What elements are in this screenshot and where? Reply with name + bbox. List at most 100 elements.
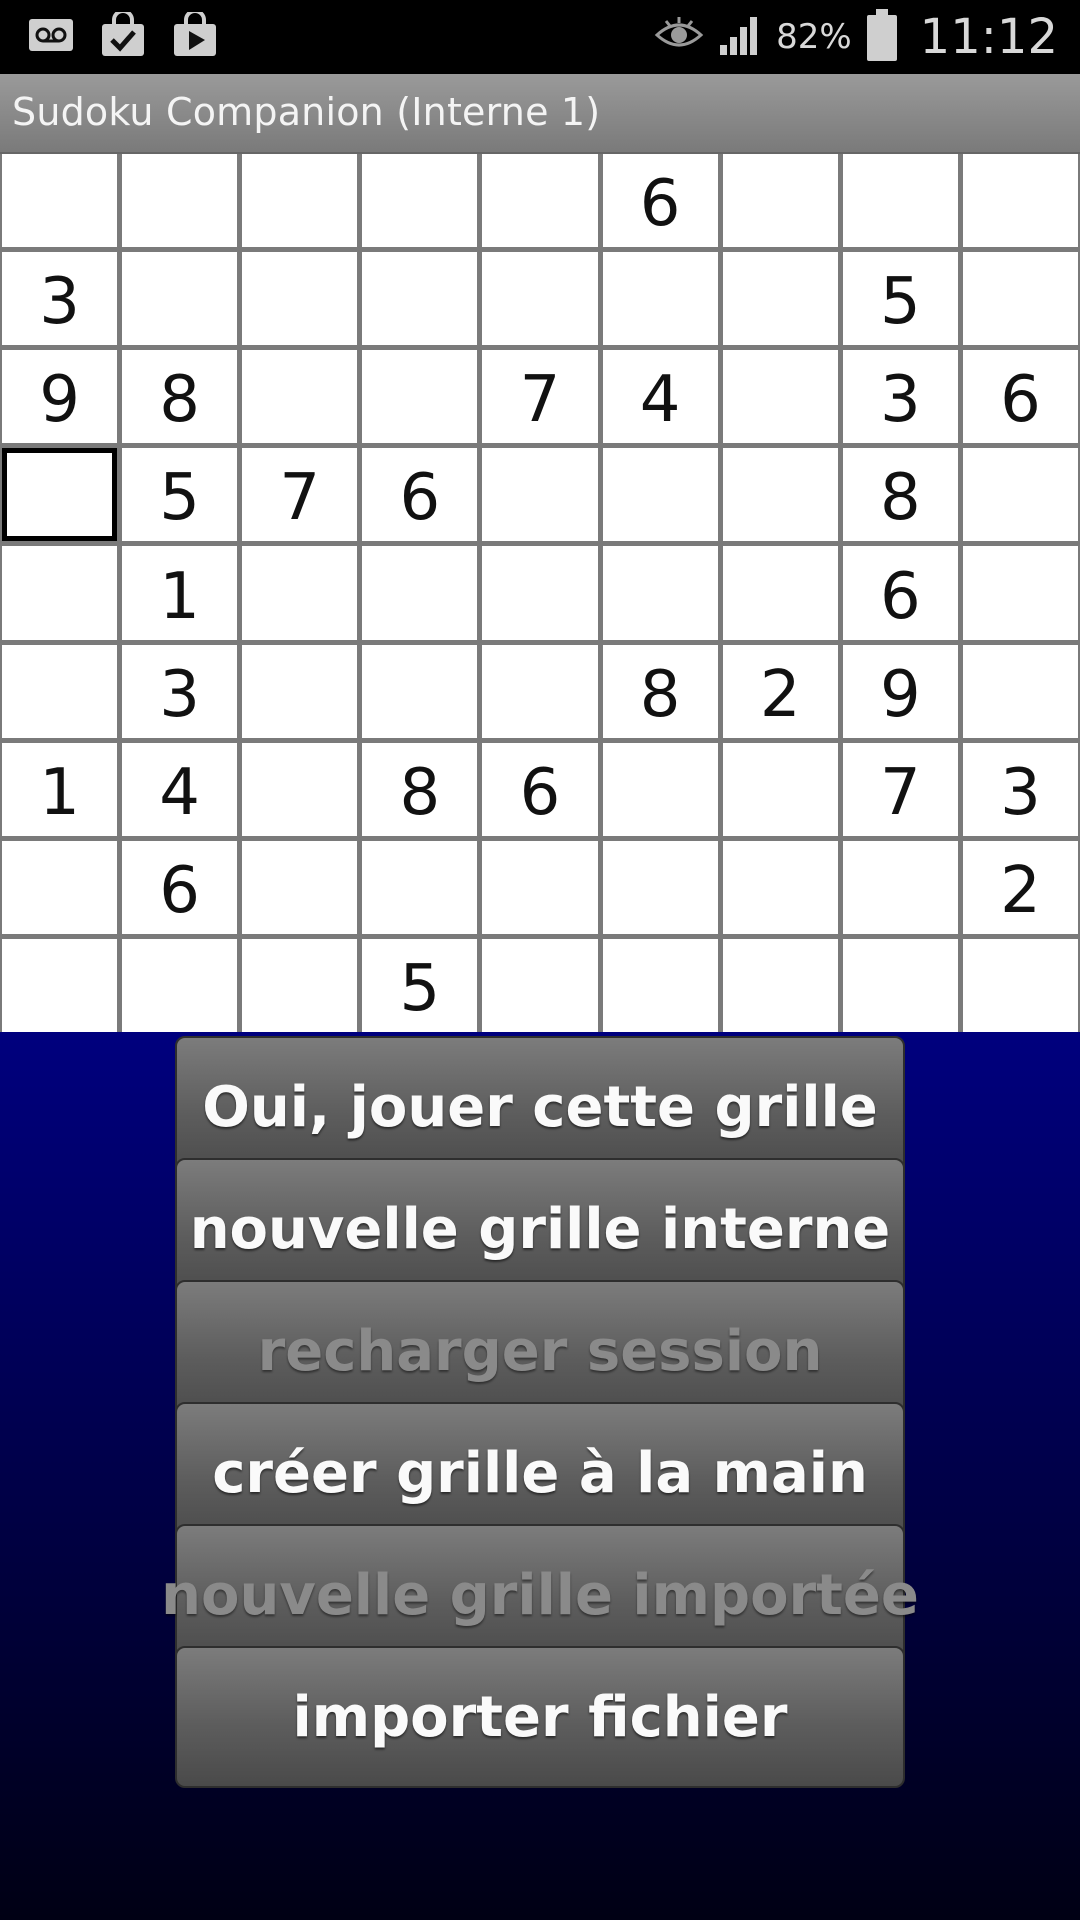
- sudoku-cell[interactable]: [242, 350, 358, 444]
- sudoku-cell[interactable]: [362, 840, 478, 934]
- voicemail-icon: [28, 18, 74, 56]
- sudoku-cell[interactable]: 5: [122, 448, 238, 542]
- sudoku-cell[interactable]: [722, 448, 838, 542]
- sudoku-cell[interactable]: 1: [122, 546, 238, 640]
- sudoku-cell[interactable]: [962, 252, 1078, 346]
- sudoku-cell[interactable]: [722, 938, 838, 1032]
- sudoku-cell[interactable]: 5: [842, 252, 958, 346]
- sudoku-cell[interactable]: [962, 938, 1078, 1032]
- play-grid-button[interactable]: Oui, jouer cette grille: [175, 1036, 905, 1178]
- clock: 11:12: [919, 9, 1058, 65]
- sudoku-cell[interactable]: [242, 938, 358, 1032]
- sudoku-cell[interactable]: [842, 840, 958, 934]
- sudoku-cell[interactable]: [482, 448, 598, 542]
- sudoku-cell[interactable]: [242, 546, 358, 640]
- new-internal-grid-button[interactable]: nouvelle grille interne: [175, 1158, 905, 1300]
- sudoku-cell[interactable]: [242, 840, 358, 934]
- sudoku-cell[interactable]: [602, 938, 718, 1032]
- notification-icons: [28, 9, 218, 64]
- reload-session-button[interactable]: recharger session: [175, 1280, 905, 1422]
- sudoku-cell[interactable]: 6: [122, 840, 238, 934]
- sudoku-cell[interactable]: [722, 350, 838, 444]
- sudoku-cell[interactable]: [602, 448, 718, 542]
- page-title: Sudoku Companion (Interne 1): [12, 90, 601, 134]
- sudoku-cell[interactable]: [482, 546, 598, 640]
- sudoku-cell[interactable]: 6: [482, 742, 598, 836]
- sudoku-cell[interactable]: [122, 252, 238, 346]
- sudoku-cell[interactable]: [2, 448, 118, 542]
- sudoku-cell[interactable]: [122, 154, 238, 248]
- sudoku-cell[interactable]: [602, 252, 718, 346]
- sudoku-cell[interactable]: 3: [122, 644, 238, 738]
- sudoku-cell[interactable]: [242, 644, 358, 738]
- sudoku-cell[interactable]: [842, 154, 958, 248]
- sudoku-cell[interactable]: 7: [482, 350, 598, 444]
- sudoku-cell[interactable]: [362, 644, 478, 738]
- sudoku-cell[interactable]: 4: [602, 350, 718, 444]
- sudoku-cell[interactable]: [482, 644, 598, 738]
- sudoku-cell[interactable]: [722, 742, 838, 836]
- sudoku-cell[interactable]: [482, 840, 598, 934]
- sudoku-cell[interactable]: 8: [602, 644, 718, 738]
- sudoku-cell[interactable]: 4: [122, 742, 238, 836]
- sudoku-cell[interactable]: [362, 252, 478, 346]
- create-grid-by-hand-button[interactable]: créer grille à la main: [175, 1402, 905, 1544]
- sudoku-cell[interactable]: [2, 154, 118, 248]
- sudoku-cell[interactable]: 1: [2, 742, 118, 836]
- sudoku-cell[interactable]: [962, 448, 1078, 542]
- sudoku-cell[interactable]: [722, 252, 838, 346]
- sudoku-cell[interactable]: 7: [242, 448, 358, 542]
- sudoku-cell[interactable]: 3: [842, 350, 958, 444]
- sudoku-cell[interactable]: 9: [2, 350, 118, 444]
- signal-icon: [718, 13, 762, 61]
- sudoku-cell[interactable]: 2: [722, 644, 838, 738]
- sudoku-cell[interactable]: 7: [842, 742, 958, 836]
- sudoku-cell[interactable]: [362, 350, 478, 444]
- new-imported-grid-button[interactable]: nouvelle grille importée: [161, 1524, 919, 1666]
- play-store-icon: [172, 9, 218, 62]
- sudoku-cell[interactable]: [962, 546, 1078, 640]
- battery-percent: 82%: [776, 17, 852, 57]
- sudoku-cell[interactable]: [2, 546, 118, 640]
- import-file-button[interactable]: importer fichier: [175, 1646, 905, 1788]
- sudoku-cell[interactable]: 6: [602, 154, 718, 248]
- sudoku-cell[interactable]: 2: [962, 840, 1078, 934]
- sudoku-cell[interactable]: 8: [122, 350, 238, 444]
- sudoku-cell[interactable]: [242, 742, 358, 836]
- sudoku-cell[interactable]: [362, 546, 478, 640]
- sudoku-cell[interactable]: [482, 938, 598, 1032]
- sudoku-cell[interactable]: 6: [362, 448, 478, 542]
- sudoku-cell[interactable]: [242, 154, 358, 248]
- sudoku-cell[interactable]: 8: [362, 742, 478, 836]
- sudoku-cell[interactable]: [722, 154, 838, 248]
- sudoku-cell[interactable]: [842, 938, 958, 1032]
- sudoku-cell[interactable]: [2, 938, 118, 1032]
- sudoku-cell[interactable]: 8: [842, 448, 958, 542]
- sudoku-cell[interactable]: [122, 938, 238, 1032]
- sudoku-cell[interactable]: [722, 840, 838, 934]
- sudoku-cell[interactable]: [962, 154, 1078, 248]
- sudoku-cell[interactable]: [2, 644, 118, 738]
- sudoku-grid[interactable]: 6359874365768163829148673625: [0, 154, 1080, 1032]
- sudoku-cell[interactable]: [482, 154, 598, 248]
- shopping-bag-check-icon: [100, 9, 146, 62]
- sudoku-cell[interactable]: 6: [842, 546, 958, 640]
- sudoku-cell[interactable]: 5: [362, 938, 478, 1032]
- sudoku-cell[interactable]: [362, 154, 478, 248]
- sudoku-cell[interactable]: [602, 546, 718, 640]
- sudoku-cell[interactable]: [722, 546, 838, 640]
- sudoku-cell[interactable]: [482, 252, 598, 346]
- sudoku-cell[interactable]: [242, 252, 358, 346]
- sudoku-cell[interactable]: [602, 742, 718, 836]
- battery-icon: [866, 8, 898, 66]
- sudoku-cell[interactable]: [602, 840, 718, 934]
- sudoku-cell[interactable]: 6: [962, 350, 1078, 444]
- sudoku-cell[interactable]: 3: [962, 742, 1078, 836]
- sudoku-cell[interactable]: 9: [842, 644, 958, 738]
- menu-panel: Oui, jouer cette grille nouvelle grille i…: [0, 1032, 1080, 1920]
- eye-icon: [654, 17, 704, 57]
- sudoku-cell[interactable]: [962, 644, 1078, 738]
- action-bar: Sudoku Companion (Interne 1): [0, 74, 1080, 154]
- sudoku-cell[interactable]: [2, 840, 118, 934]
- sudoku-cell[interactable]: 3: [2, 252, 118, 346]
